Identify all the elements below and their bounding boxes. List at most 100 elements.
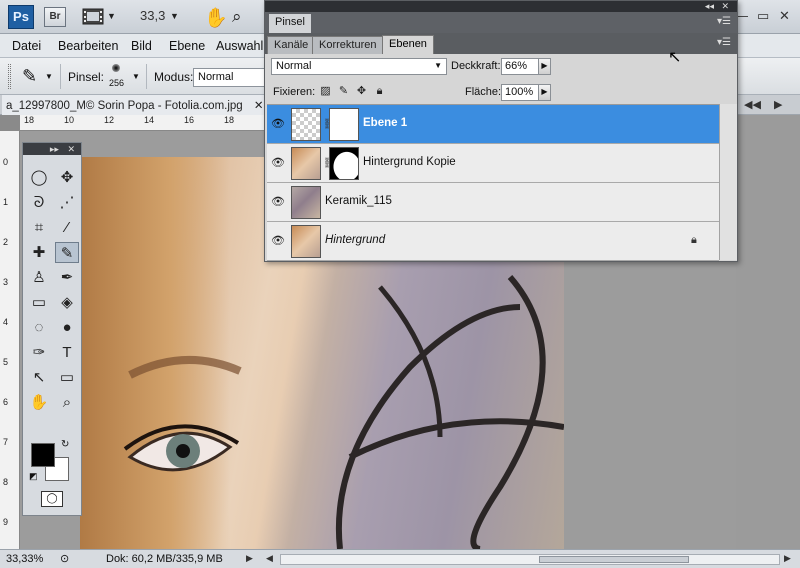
view-extras-dropdown-icon[interactable]: ▼ [107, 11, 116, 21]
mouse-cursor-icon: ↖ [668, 49, 682, 66]
panel-tab-bar: Kanäle Korrekturen Ebenen ▾☰ [265, 33, 737, 54]
brush-panel-menu-icon[interactable]: ▾☰ [717, 16, 731, 27]
horizontal-scrollbar[interactable] [280, 554, 780, 565]
layer-row-hintergrund[interactable]: 👁︎ Hintergrund 🔒︎ [267, 222, 719, 261]
opacity-slider-button[interactable]: ▶ [538, 58, 551, 75]
layer-row-keramik[interactable]: 👁︎ Keramik_115 [267, 183, 719, 222]
eraser-icon[interactable]: ▭ [27, 292, 51, 313]
hand-tool-icon[interactable]: ✋ [204, 6, 228, 30]
type-icon[interactable]: T [55, 342, 79, 363]
brush-tip-icon[interactable] [112, 64, 120, 72]
elliptical-marquee-icon[interactable]: ◯ [27, 167, 51, 188]
blend-mode-value: Normal [276, 60, 312, 72]
blend-mode-select[interactable]: Normal ▼ [271, 58, 447, 75]
path-selection-icon[interactable]: ↖ [27, 367, 51, 388]
document-tab[interactable]: a_12997800_M© Sorin Popa - Fotolia.com.j… [2, 95, 268, 115]
brush-panel-bar: Pinsel ▾☰ [265, 12, 737, 33]
ruler-tick-label: 5 [3, 357, 9, 367]
photoshop-logo[interactable]: Ps [8, 5, 34, 29]
ruler-tick-label: 14 [144, 115, 155, 125]
rectangle-icon[interactable]: ▭ [55, 367, 79, 388]
zoom-icon[interactable]: ⌕ [55, 392, 79, 413]
zoom-status[interactable]: 33,33% [6, 553, 43, 565]
status-menu-icon[interactable]: ▶ [246, 553, 253, 564]
stamp-icon[interactable]: ♙ [27, 267, 51, 288]
menu-datei[interactable]: Datei [12, 39, 41, 53]
scroll-left-icon[interactable]: ◀ [266, 553, 273, 564]
tools-panel-controls[interactable]: ▸▸ ✕ [50, 143, 75, 155]
quick-mask-button[interactable]: ◯ [41, 491, 63, 507]
healing-icon[interactable]: ✚ [27, 242, 51, 263]
menu-auswahl[interactable]: Auswahl [216, 39, 263, 53]
brush-preset-icon[interactable]: ✎ [22, 66, 37, 87]
fill-label: Fläche: [465, 86, 502, 98]
layer-row-ebene-1[interactable]: 👁︎ ⛓︎ Ebene 1 [267, 105, 719, 144]
hand-icon[interactable]: ✋ [27, 392, 51, 413]
tab-korrekturen[interactable]: Korrekturen [312, 36, 384, 54]
visibility-eye-icon[interactable]: 👁︎ [271, 234, 285, 247]
lock-all-icon[interactable]: 🔒︎ [373, 85, 386, 98]
zoom-dropdown-icon[interactable]: ▼ [170, 11, 179, 21]
status-info-icon[interactable]: ⊙ [60, 552, 69, 565]
layers-scrollbar[interactable] [719, 104, 737, 260]
blur-icon[interactable]: ◌ [27, 317, 51, 338]
brush-dropdown-icon[interactable]: ▼ [132, 72, 140, 81]
layer-row-hintergrund-kopie[interactable]: 👁︎ ⛓︎ Hintergrund Kopie [267, 144, 719, 183]
close-icon[interactable]: ✕ [779, 8, 790, 24]
film-icon[interactable] [82, 8, 104, 25]
eyedropper-icon[interactable]: ⁄ [55, 217, 79, 238]
visibility-eye-icon[interactable]: 👁︎ [271, 117, 285, 130]
tab-scroll-right-icon[interactable]: ▶ [774, 98, 782, 111]
move-icon[interactable]: ✥ [55, 167, 79, 188]
scroll-thumb[interactable] [539, 556, 689, 563]
collapse-icon[interactable]: ▸▸ [50, 144, 59, 154]
menu-bild[interactable]: Bild [131, 39, 152, 53]
brush-size-value: 256 [109, 78, 125, 88]
visibility-eye-icon[interactable]: 👁︎ [271, 195, 285, 208]
zoom-tool-icon[interactable]: ⌕ [232, 7, 242, 27]
dodge-icon[interactable]: ● [55, 317, 79, 338]
history-brush-icon[interactable]: ✒ [55, 267, 79, 288]
layer-mask-thumbnail[interactable] [329, 108, 359, 141]
options-grip[interactable] [8, 64, 11, 89]
layers-panel-group: ◂◂ ✕ Pinsel ▾☰ Kanäle Korrekturen Ebenen… [264, 0, 738, 262]
layer-name: Hintergrund [325, 234, 386, 246]
default-colors-icon[interactable]: ◩ [29, 471, 38, 482]
lock-pixels-icon[interactable]: ✎ [337, 85, 350, 98]
layer-mask-thumbnail[interactable] [329, 147, 359, 180]
menu-ebene[interactable]: Ebene [169, 39, 205, 53]
swap-colors-icon[interactable]: ↻ [61, 439, 69, 450]
brush-icon[interactable]: ✎ [55, 242, 79, 263]
mode-select[interactable]: Normal [193, 68, 265, 87]
panel-header-strip[interactable]: ◂◂ ✕ [265, 1, 737, 12]
tools-panel-header[interactable]: ▸▸ ✕ [23, 143, 81, 155]
crop-icon[interactable]: ⌗ [27, 217, 51, 238]
tab-scroll-left-icon[interactable]: ◀◀ [744, 98, 761, 111]
ruler-tick-label: 4 [3, 317, 9, 327]
lock-position-icon[interactable]: ✥ [355, 85, 368, 98]
visibility-eye-icon[interactable]: 👁︎ [271, 156, 285, 169]
tab-kanaele[interactable]: Kanäle [267, 36, 316, 54]
panel-strip-controls[interactable]: ◂◂ ✕ [705, 1, 729, 12]
bucket-icon[interactable]: ◈ [55, 292, 79, 313]
ruler-tick-label: 8 [3, 477, 9, 487]
restore-icon[interactable]: ▭ [757, 8, 769, 24]
scroll-right-icon[interactable]: ▶ [784, 553, 791, 564]
menu-bearbeiten[interactable]: Bearbeiten [58, 39, 118, 53]
pen-icon[interactable]: ✑ [27, 342, 51, 363]
brush-preset-dropdown-icon[interactable]: ▼ [45, 72, 53, 81]
tools-panel-close-icon[interactable]: ✕ [67, 144, 75, 154]
opacity-field[interactable]: 66% [501, 58, 539, 75]
tab-ebenen[interactable]: Ebenen [382, 35, 434, 54]
ruler-tick-label: 3 [3, 277, 9, 287]
document-close-icon[interactable]: ✕ [254, 100, 264, 112]
lasso-icon[interactable]: ᘐ [27, 192, 51, 213]
fill-field[interactable]: 100% [501, 84, 539, 101]
tab-pinsel[interactable]: Pinsel [269, 14, 311, 33]
layers-panel-menu-icon[interactable]: ▾☰ [717, 37, 731, 48]
lock-transparency-icon[interactable]: ▨ [319, 85, 332, 98]
fill-slider-button[interactable]: ▶ [538, 84, 551, 101]
quick-selection-icon[interactable]: ⋰ [55, 192, 79, 213]
foreground-color-swatch[interactable] [31, 443, 55, 467]
bridge-button[interactable]: Br [44, 7, 66, 27]
